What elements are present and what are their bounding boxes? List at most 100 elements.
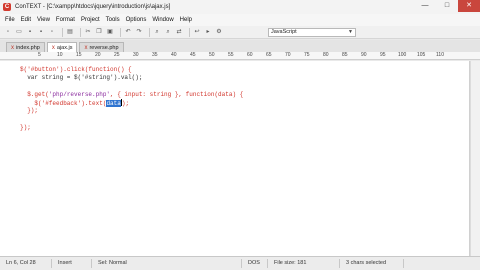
- new-file-icon[interactable]: ▫: [4, 28, 12, 36]
- menu-help[interactable]: Help: [180, 17, 192, 23]
- selected-text: data: [106, 100, 121, 107]
- menu-file[interactable]: File: [5, 17, 15, 23]
- ruler-tick: 35: [152, 52, 158, 58]
- code-line: });: [20, 107, 39, 114]
- ruler-tick: 20: [95, 52, 101, 58]
- code-line: var string = $('#string').val();: [20, 74, 143, 81]
- redo-icon[interactable]: ↷: [135, 28, 143, 36]
- code-token: text(: [88, 100, 107, 107]
- ruler-tick: 105: [417, 52, 426, 58]
- code-line: });: [20, 124, 31, 131]
- find-icon[interactable]: ⌕: [153, 28, 161, 36]
- ruler-tick: 55: [228, 52, 234, 58]
- word-wrap-icon[interactable]: ↩: [193, 28, 201, 36]
- menu-tools[interactable]: Tools: [106, 17, 120, 23]
- undo-icon[interactable]: ↶: [124, 28, 132, 36]
- menu-view[interactable]: View: [37, 17, 50, 23]
- chevron-down-icon: ▼: [348, 29, 353, 35]
- code-token: );: [121, 100, 130, 107]
- ruler-tick: 90: [361, 52, 367, 58]
- selection-mode: Sel: Normal: [92, 259, 242, 268]
- title-bar: C ConTEXT - [C:\xampp\htdocs\jquery\intr…: [0, 0, 480, 14]
- tab-reverse-php[interactable]: x reverse.php: [79, 42, 124, 52]
- menu-bar: File Edit View Format Project Tools Opti…: [0, 14, 480, 26]
- language-select[interactable]: JavaScript ▼: [268, 28, 356, 37]
- menu-options[interactable]: Options: [126, 17, 147, 23]
- tab-index-php[interactable]: x index.php: [6, 42, 45, 52]
- ruler-tick: 10: [57, 52, 63, 58]
- line-ending: DOS: [242, 259, 268, 268]
- ruler-tick: 50: [209, 52, 215, 58]
- column-ruler: 5 10 15 20 25 30 35 40 45 50 55 60 65 70…: [0, 52, 480, 60]
- settings-icon[interactable]: ⚙: [215, 28, 223, 36]
- find-next-icon[interactable]: ⌕: [164, 28, 172, 36]
- menu-format[interactable]: Format: [56, 17, 75, 23]
- selection-count: 3 chars selected: [340, 259, 404, 268]
- ruler-tick: 85: [342, 52, 348, 58]
- maximize-button[interactable]: □: [436, 0, 458, 12]
- close-file-icon[interactable]: ▫: [48, 28, 56, 36]
- toolbar-separator: [62, 27, 63, 37]
- code-editor[interactable]: $('#button').click(function() { var stri…: [0, 61, 470, 256]
- code-line: $.get('php/reverse.php', { input: string…: [20, 91, 243, 98]
- ruler-tick: 95: [380, 52, 386, 58]
- ruler-tick: 110: [436, 52, 444, 58]
- window-controls: — □ ✕: [414, 0, 480, 14]
- ruler-tick: 100: [398, 52, 407, 58]
- ruler-tick: 70: [285, 52, 291, 58]
- close-button[interactable]: ✕: [458, 0, 480, 12]
- tab-ajax-js[interactable]: x ajax.js: [46, 42, 78, 52]
- vertical-scrollbar[interactable]: [470, 61, 480, 256]
- app-icon: C: [3, 3, 11, 11]
- ruler-tick: 15: [76, 52, 82, 58]
- ruler-tick: 45: [190, 52, 196, 58]
- status-bar: Ln 6, Col 28 Insert Sel: Normal DOS File…: [0, 256, 480, 270]
- toolbar-separator: [189, 27, 190, 37]
- replace-icon[interactable]: ⇄: [175, 28, 183, 36]
- ruler-tick: 25: [114, 52, 120, 58]
- ruler-tick: 75: [304, 52, 310, 58]
- menu-edit[interactable]: Edit: [21, 17, 31, 23]
- code-token: 'php/reverse.php': [48, 91, 111, 98]
- language-select-value: JavaScript: [271, 29, 297, 35]
- open-file-icon[interactable]: ▭: [15, 28, 23, 36]
- toolbar: ▫ ▭ ▪ ▪ ▫ ▤ ✂ ❐ ▣ ↶ ↷ ⌕ ⌕ ⇄ ↩ ▸ ⚙ JavaSc…: [0, 26, 480, 39]
- cursor-position: Ln 6, Col 28: [0, 259, 52, 268]
- save-icon[interactable]: ▪: [26, 28, 34, 36]
- ruler-tick: 5: [38, 52, 41, 58]
- code-token: $.get(: [20, 91, 49, 98]
- close-tab-icon[interactable]: x: [84, 45, 87, 51]
- code-token: $('#feedback').: [20, 100, 89, 107]
- tab-label: index.php: [16, 44, 40, 51]
- ruler-tick: 80: [323, 52, 329, 58]
- file-size: File size: 181: [268, 259, 340, 268]
- minimize-button[interactable]: —: [414, 0, 436, 12]
- close-tab-icon[interactable]: x: [52, 45, 55, 51]
- save-all-icon[interactable]: ▪: [37, 28, 45, 36]
- ruler-tick: 30: [133, 52, 139, 58]
- tab-bar: x index.php x ajax.js x reverse.php: [0, 40, 480, 52]
- menu-window[interactable]: Window: [152, 17, 173, 23]
- copy-icon[interactable]: ❐: [95, 28, 103, 36]
- toolbar-separator: [149, 27, 150, 37]
- toolbar-separator: [80, 27, 81, 37]
- window-title: ConTEXT - [C:\xampp\htdocs\jquery\introd…: [15, 4, 171, 10]
- ruler-tick: 60: [247, 52, 253, 58]
- code-token: , { input: string }, function(data) {: [110, 91, 244, 98]
- close-tab-icon[interactable]: x: [11, 45, 14, 51]
- insert-mode: Insert: [52, 259, 92, 268]
- code-token: $('#button'): [20, 66, 64, 73]
- code-line: $('#feedback').text(data);: [20, 99, 129, 107]
- print-icon[interactable]: ▤: [66, 28, 74, 36]
- code-token: .click(function() {: [63, 66, 132, 73]
- bookmark-icon[interactable]: ▸: [204, 28, 212, 36]
- toolbar-separator: [120, 27, 121, 37]
- cut-icon[interactable]: ✂: [84, 28, 92, 36]
- paste-icon[interactable]: ▣: [106, 28, 114, 36]
- ruler-tick: 40: [171, 52, 177, 58]
- menu-project[interactable]: Project: [81, 17, 100, 23]
- ruler-tick: 65: [266, 52, 272, 58]
- app-window: C ConTEXT - [C:\xampp\htdocs\jquery\intr…: [0, 0, 480, 270]
- code-line: $('#button').click(function() {: [20, 66, 132, 73]
- tab-label: ajax.js: [56, 44, 73, 51]
